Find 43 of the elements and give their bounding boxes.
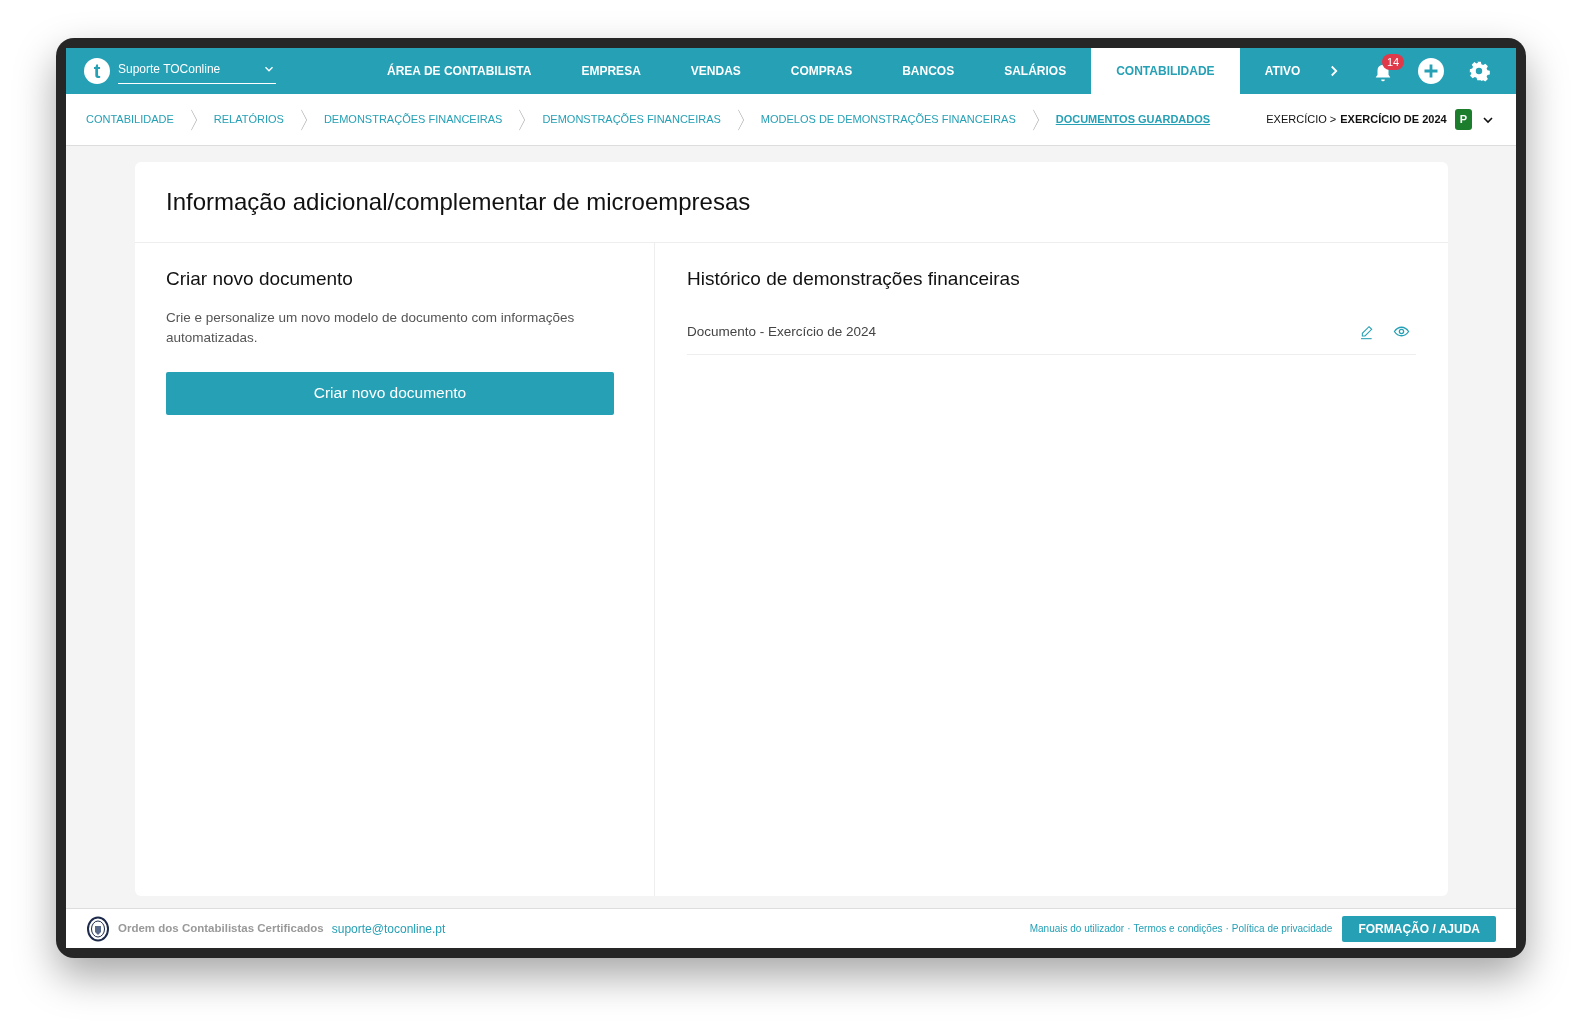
notification-count: 14: [1382, 54, 1405, 70]
nav-tab[interactable]: ÁREA DE CONTABILISTA: [362, 48, 557, 94]
breadcrumb-separator-icon: [736, 108, 745, 131]
plus-icon[interactable]: [1418, 58, 1444, 84]
breadcrumb-link[interactable]: DEMONSTRAÇÕES FINANCEIRAS: [542, 111, 721, 128]
breadcrumb-separator-icon: [518, 108, 527, 131]
account-select[interactable]: Suporte TOConline: [118, 58, 276, 84]
panel-title: Criar novo documento: [166, 267, 354, 291]
nav-tab[interactable]: CONTABILIDADE: [1091, 48, 1240, 94]
nav-tab[interactable]: EMPRESA: [556, 48, 666, 94]
emblem-icon: [86, 915, 110, 942]
breadcrumb-link[interactable]: CONTABILIDADE: [86, 111, 174, 128]
breadcrumb-link[interactable]: MODELOS DE DEMONSTRAÇÕES FINANCEIRAS: [760, 111, 1016, 128]
help-button[interactable]: FORMAÇÃO / AJUDA: [1342, 915, 1496, 942]
settings-icon[interactable]: [1468, 60, 1490, 82]
nav-tab[interactable]: COMPRAS: [765, 48, 878, 94]
exercise-value: EXERCÍCIO DE 2024: [1340, 112, 1447, 128]
pencil-icon[interactable]: [1359, 323, 1375, 340]
footer-link[interactable]: Manuais do utilizador: [1029, 921, 1125, 936]
organization-name: Ordem dos Contabilistas Certificados: [118, 920, 324, 936]
panel-title: Histórico de demonstrações financeiras: [687, 267, 1021, 291]
nav-tab[interactable]: VENDAS: [665, 48, 766, 94]
panel-description: Crie e personalize um novo modelo de documento com informações automatizadas.: [166, 308, 576, 347]
page-title: Informação adicional/complementar de microempresas: [135, 162, 1448, 243]
breadcrumb-separator-icon: [299, 108, 308, 131]
footer-link[interactable]: Política de privacidade: [1231, 921, 1333, 936]
nav-tab[interactable]: SALÁRIOS: [979, 48, 1092, 94]
exercise-label: EXERCÍCIO >: [1266, 112, 1337, 128]
status-badge: P: [1454, 109, 1472, 130]
separator: ·: [1225, 922, 1229, 936]
separator: ·: [1127, 922, 1131, 936]
create-document-button[interactable]: Criar novo documento: [166, 371, 614, 415]
footer-link[interactable]: Termos e condições: [1133, 921, 1223, 936]
breadcrumb-link[interactable]: DOCUMENTOS GUARDADOS: [1055, 111, 1211, 128]
nav-tab[interactable]: ATIVO: [1239, 48, 1326, 94]
breadcrumb-separator-icon: [1031, 108, 1040, 131]
email-link[interactable]: suporte@toconline.pt: [331, 919, 446, 938]
breadcrumb-separator-icon: [189, 108, 198, 131]
logo[interactable]: t: [84, 58, 110, 84]
breadcrumb-link[interactable]: RELATÓRIOS: [213, 111, 284, 128]
nav-tab[interactable]: BANCOS: [877, 48, 980, 94]
document-name[interactable]: Documento - Exercício de 2024: [687, 321, 877, 342]
breadcrumb-link[interactable]: DEMONSTRAÇÕES FINANCEIRAS: [323, 111, 503, 128]
